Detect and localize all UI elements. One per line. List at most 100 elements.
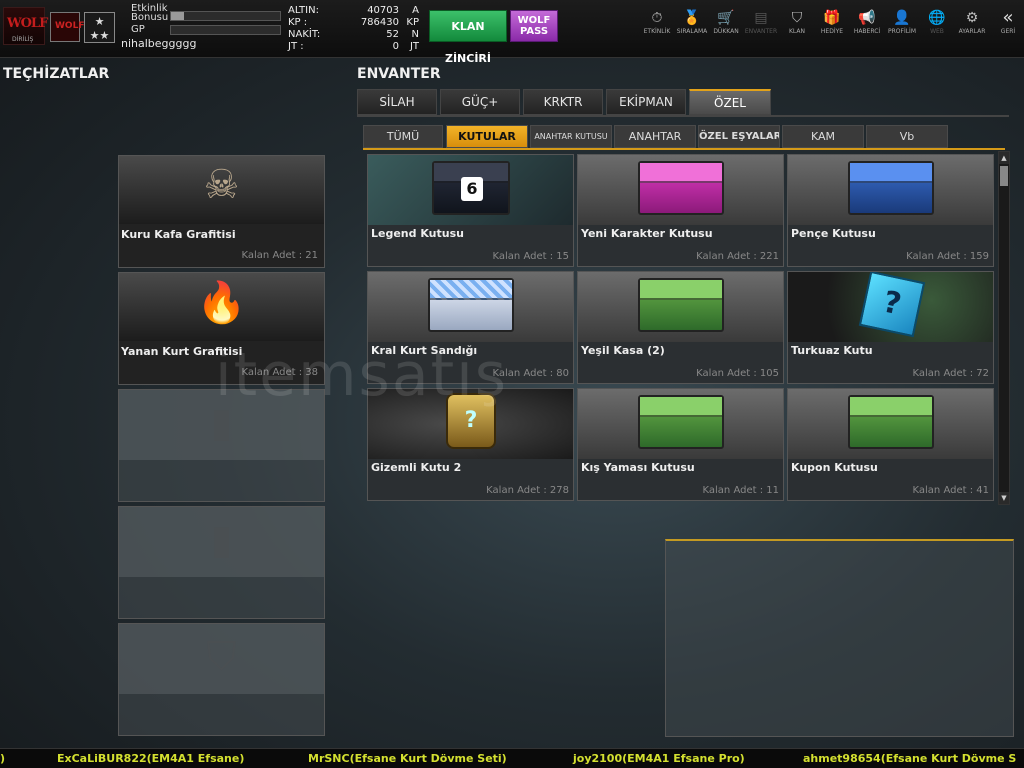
- subtab-underline: [363, 148, 1005, 150]
- back-label: GERİ: [1000, 28, 1016, 35]
- nav-label: ETKİNLİK: [643, 28, 671, 35]
- green-crate-icon: [638, 278, 724, 332]
- nav-envanter[interactable]: ▤ ENVANTER: [743, 10, 779, 46]
- ticker-item: joy2100(EM4A1 Efsane Pro): [573, 752, 745, 765]
- nav-web[interactable]: 🌐 WEB: [919, 10, 955, 46]
- item-art: [578, 155, 783, 225]
- inventory-item[interactable]: Pençe Kutusu Kalan Adet : 159: [787, 154, 994, 267]
- globe-icon: 🌐: [928, 10, 946, 26]
- nav-label: WEB: [930, 28, 944, 35]
- stat-value: 52: [386, 29, 399, 40]
- stat-unit: N: [411, 29, 419, 40]
- stat-row-altin: ALTIN: 40703 A: [284, 5, 421, 17]
- tabs-divider: [357, 115, 1009, 117]
- ticker-item: ahmet98654(Efsane Kurt Dövme S: [803, 752, 1017, 765]
- shield-icon: ⛉: [791, 10, 803, 26]
- item-count: Kalan Adet : 11: [702, 485, 779, 496]
- inventory-item[interactable]: Kış Yaması Kutusu Kalan Adet : 11: [577, 388, 784, 501]
- gp-label: GP: [131, 24, 145, 35]
- nav-dukkan[interactable]: 🛒 DÜKKAN: [708, 10, 744, 46]
- inventory-item[interactable]: Kupon Kutusu Kalan Adet : 41: [787, 388, 994, 501]
- chevron-left-icon: «: [1002, 7, 1014, 28]
- inventory-item[interactable]: ? Turkuaz Kutu Kalan Adet : 72: [787, 271, 994, 384]
- spray-can-icon: ▮: [210, 517, 233, 563]
- blue-crate-icon: [848, 161, 934, 215]
- subtab-vb[interactable]: Vb: [866, 125, 948, 148]
- stat-value: 786430: [360, 17, 399, 28]
- item-name: Kupon Kutusu: [791, 461, 878, 474]
- empty-slot[interactable]: ⛉: [118, 623, 325, 736]
- slot-name: Kuru Kafa Grafitisi: [121, 228, 236, 241]
- back-button[interactable]: «GERİ: [994, 8, 1022, 44]
- tab-guc[interactable]: GÜÇ+: [440, 89, 520, 115]
- item-count: Kalan Adet : 72: [912, 368, 989, 379]
- subtab-kutular[interactable]: KUTULAR: [446, 125, 528, 148]
- item-name: Gizemli Kutu 2: [371, 461, 462, 474]
- ticker-item: ExCaLiBUR822(EM4A1 Efsane): [57, 752, 245, 765]
- nav-profilim[interactable]: 👤 PROFİLİM: [884, 10, 920, 46]
- megaphone-icon: 📢: [858, 10, 876, 26]
- tab-ozel[interactable]: ÖZEL: [689, 89, 771, 115]
- news-ticker: ) ExCaLiBUR822(EM4A1 Efsane) MrSNC(Efsan…: [0, 748, 1024, 768]
- scroll-down-arrow-icon[interactable]: ▼: [999, 492, 1009, 504]
- empty-slot-top: ▮: [119, 507, 324, 577]
- subtab-anahtar-kutusu[interactable]: ANAHTAR KUTUSU: [530, 125, 612, 148]
- item-name: Pençe Kutusu: [791, 227, 876, 240]
- tab-krktr[interactable]: KRKTR: [523, 89, 603, 115]
- nav-label: ENVANTER: [744, 28, 778, 35]
- gear-icon: ⚙: [965, 10, 979, 26]
- inventory-item[interactable]: Yeni Karakter Kutusu Kalan Adet : 221: [577, 154, 784, 267]
- inventory-item[interactable]: Yeşil Kasa (2) Kalan Adet : 105: [577, 271, 784, 384]
- item-name: Yeşil Kasa (2): [581, 344, 665, 357]
- item-name: Turkuaz Kutu: [791, 344, 873, 357]
- nav-ayarlar[interactable]: ⚙ AYARLAR: [954, 10, 990, 46]
- box-lid: [640, 163, 722, 183]
- stat-row-kp: KP : 786430 KP: [284, 17, 421, 29]
- legend-box-icon: 6: [432, 161, 510, 215]
- stopwatch-icon: ⏱: [651, 10, 663, 26]
- nav-siralama[interactable]: 🏅 SIRALAMA: [674, 10, 710, 46]
- tab-ekipman[interactable]: EKİPMAN: [606, 89, 686, 115]
- box-lid: [640, 397, 722, 417]
- nav-haberci[interactable]: 📢 HABERCİ: [849, 10, 885, 46]
- nav-label: HABERCİ: [853, 28, 881, 35]
- subtab-ozel-esyalar[interactable]: ÖZEL EŞYALAR: [698, 125, 780, 148]
- stat-unit: A: [412, 5, 419, 16]
- item-art: [578, 389, 783, 459]
- item-count: Kalan Adet : 278: [486, 485, 569, 496]
- inventory-item[interactable]: 6 Legend Kutusu Kalan Adet : 15: [367, 154, 574, 267]
- bonus-progress-bar: [170, 11, 281, 21]
- inventory-title: ENVANTER: [357, 66, 441, 82]
- username: nihalbeggggg: [121, 37, 197, 50]
- skull-graffiti-icon: ☠: [119, 156, 324, 224]
- nav-label: DÜKKAN: [713, 28, 739, 35]
- scroll-up-arrow-icon[interactable]: ▲: [999, 152, 1009, 164]
- nav-klan[interactable]: ⛉ KLAN: [779, 10, 815, 46]
- top-bar: WOLF DİRİLİŞ WOLF ★ ★★ Etkinlik Bonusu GP …: [0, 0, 1024, 65]
- green-crate-icon: [848, 395, 934, 449]
- wolf-pass-button[interactable]: WOLF PASS: [510, 10, 558, 42]
- subtab-anahtar[interactable]: ANAHTAR: [614, 125, 696, 148]
- inventory-scrollbar[interactable]: ▲ ▼: [998, 151, 1010, 505]
- gift-icon: 🎁: [823, 10, 841, 26]
- subtab-tumu[interactable]: TÜMÜ: [363, 125, 443, 148]
- stat-key: KP :: [288, 17, 308, 28]
- medal-icon: 🏅: [683, 10, 701, 26]
- item-count: Kalan Adet : 105: [696, 368, 779, 379]
- box-lid: [430, 280, 512, 300]
- nav-hediye[interactable]: 🎁 HEDİYE: [814, 10, 850, 46]
- tab-silah[interactable]: SİLAH: [357, 89, 437, 115]
- box-lid: [640, 280, 722, 300]
- empty-slot-top: ⛉: [119, 624, 324, 694]
- nav-label: HEDİYE: [820, 28, 844, 35]
- nav-label: AYARLAR: [958, 28, 986, 35]
- empty-slot[interactable]: ▮: [118, 506, 325, 619]
- profile-icon: 👤: [893, 10, 911, 26]
- item-art: [788, 389, 993, 459]
- nav-etkinlik[interactable]: ⏱ ETKİNLİK: [639, 10, 675, 46]
- equipment-slot[interactable]: ☠ Kuru Kafa Grafitisi Kalan Adet : 21: [118, 155, 325, 268]
- subtab-kam[interactable]: KAM: [782, 125, 864, 148]
- klan-zinciri-button[interactable]: KLAN ZİNCİRİ: [429, 10, 507, 65]
- game-logo: WOLF DİRİLİŞ: [3, 7, 48, 45]
- scroll-thumb[interactable]: [1000, 166, 1008, 186]
